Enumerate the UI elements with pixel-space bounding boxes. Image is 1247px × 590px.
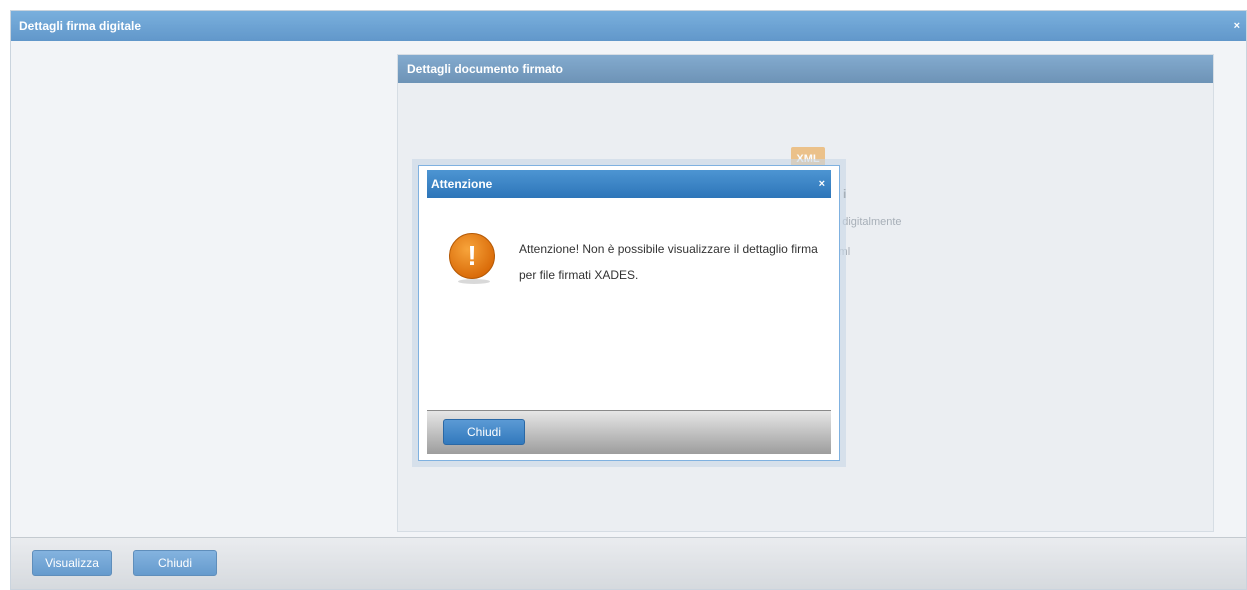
dialog-footer: Chiudi <box>427 410 831 454</box>
dialog-close-icon[interactable]: × <box>819 170 825 198</box>
warning-dialog: Attenzione × ! Attenzione! Non è possibi… <box>418 165 840 461</box>
warning-icon: ! <box>449 233 495 284</box>
dialog-title-bar: Attenzione × <box>427 170 831 198</box>
dialog-body: ! Attenzione! Non è possibile visualizza… <box>427 198 831 410</box>
dialog-message: Attenzione! Non è possibile visualizzare… <box>519 242 818 282</box>
dialog-title: Attenzione <box>431 177 493 191</box>
dialog-chiudi-button[interactable]: Chiudi <box>443 419 525 445</box>
